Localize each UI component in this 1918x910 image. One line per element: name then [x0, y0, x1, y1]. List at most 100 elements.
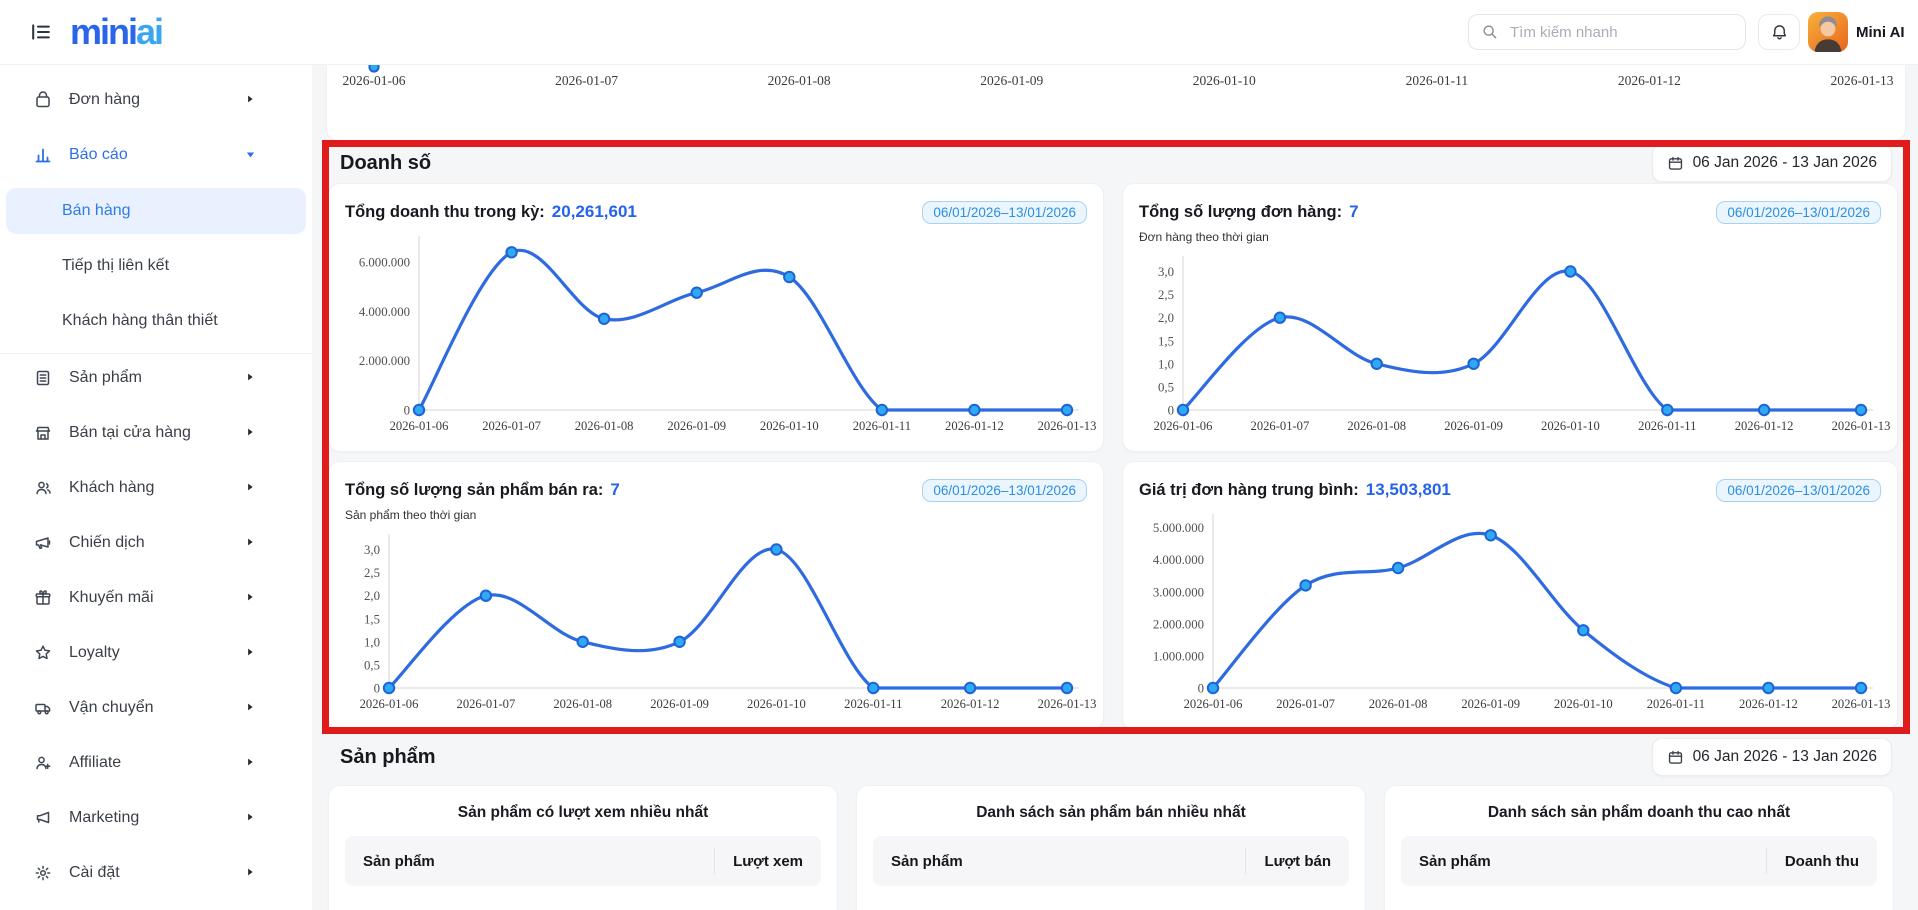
svg-text:2.000.000: 2.000.000: [1153, 617, 1204, 631]
svg-text:0,5: 0,5: [1158, 380, 1174, 394]
chart-title-row: Giá trị đơn hàng trung bình:13,503,80106…: [1139, 474, 1881, 506]
sidebar-item-label: Loyalty: [69, 644, 120, 662]
svg-text:2026-01-06: 2026-01-06: [360, 697, 419, 711]
axis-date-label: 2026-01-10: [1162, 73, 1286, 89]
brand-logo[interactable]: miniai: [70, 14, 162, 50]
sales-charts-grid: Tổng doanh thu trong kỳ: 20,261,601 06/01/…: [328, 183, 1894, 730]
table-title: Danh sách sản phẩm doanh thu cao nhất: [1401, 804, 1877, 822]
sidebar-item-label: Khách hàng: [69, 479, 154, 497]
column-header-metric: Lượt bán: [1245, 848, 1331, 874]
sales-date-range-button[interactable]: 06 Jan 2026 - 13 Jan 2026: [1652, 144, 1892, 182]
svg-text:2026-01-13: 2026-01-13: [1038, 697, 1097, 711]
sales-date-range-label: 06 Jan 2026 - 13 Jan 2026: [1693, 154, 1877, 172]
chevron-right-icon: [244, 93, 258, 107]
svg-text:3.000.000: 3.000.000: [1153, 585, 1204, 599]
bell-icon: [1770, 23, 1789, 42]
chart-title-value: 7: [610, 480, 619, 500]
svg-text:2,5: 2,5: [1158, 288, 1174, 302]
sidebar-item-khuyen-mai[interactable]: Khuyến mãi: [4, 576, 308, 620]
sales-section-title: Doanh số: [340, 152, 431, 175]
sidebar-item-ban-tai-cua-hang[interactable]: Bán tại cửa hàng: [4, 411, 308, 455]
chart-title-label: Tổng doanh thu trong kỳ:: [345, 203, 545, 222]
chart-date-badge: 06/01/2026–13/01/2026: [1716, 479, 1881, 502]
sidebar-item-loyalty[interactable]: Loyalty: [4, 631, 308, 675]
chevron-right-icon: [244, 701, 258, 715]
sidebar-item-label: Tiếp thị liên kết: [62, 257, 169, 275]
sidebar-item-cai-dat[interactable]: Cài đặt: [4, 851, 308, 895]
sidebar-item-tiep-thi-lien-ket[interactable]: Tiếp thị liên kết: [6, 243, 306, 289]
sidebar-item-khach-hang[interactable]: Khách hàng: [4, 466, 308, 510]
svg-text:3,0: 3,0: [1158, 265, 1174, 279]
sidebar-item-label: Chiến dịch: [69, 534, 145, 552]
sidebar-item-khach-hang-than-thiet[interactable]: Khách hàng thân thiết: [6, 298, 306, 344]
sidebar-item-label: Vận chuyển: [69, 699, 154, 717]
sidebar-item-san-pham[interactable]: Sản phẩm: [4, 356, 308, 400]
gear-icon: [33, 863, 53, 883]
avg-order-value-line-chart: 01.000.0002.000.0003.000.0004.000.0005.0…: [1139, 506, 1881, 716]
svg-text:3,0: 3,0: [364, 543, 380, 557]
sidebar-item-ban-hang[interactable]: Bán hàng: [6, 188, 306, 234]
column-header-metric: Doanh thu: [1766, 848, 1859, 874]
notifications-button[interactable]: [1758, 14, 1800, 50]
svg-text:2026-01-08: 2026-01-08: [575, 419, 634, 433]
svg-text:4.000.000: 4.000.000: [1153, 553, 1204, 567]
svg-text:2026-01-12: 2026-01-12: [945, 419, 1004, 433]
svg-text:2026-01-08: 2026-01-08: [1369, 697, 1428, 711]
sidebar-item-marketing[interactable]: Marketing: [4, 796, 308, 840]
sidebar-item-label: Bán tại cửa hàng: [69, 424, 191, 442]
chart-title-label: Tổng số lượng đơn hàng:: [1139, 203, 1342, 222]
svg-text:2026-01-10: 2026-01-10: [747, 697, 806, 711]
svg-text:2026-01-11: 2026-01-11: [844, 697, 902, 711]
svg-text:2026-01-13: 2026-01-13: [1832, 419, 1891, 433]
products-tables-grid: Sản phẩm có lượt xem nhiều nhấtSản phẩmL…: [328, 785, 1894, 910]
svg-text:2026-01-09: 2026-01-09: [667, 419, 726, 433]
horn-icon: [33, 808, 53, 828]
logo-text-secondary: ai: [136, 11, 162, 52]
orders-line-chart: 00,51,01,52,02,53,02026-01-062026-01-072…: [1139, 248, 1881, 438]
chart-date-badge: 06/01/2026–13/01/2026: [1716, 201, 1881, 224]
sidebar-toggle-button[interactable]: [28, 19, 54, 45]
svg-text:1.000.000: 1.000.000: [1153, 649, 1204, 663]
topbar: miniai Mini AI: [0, 0, 1918, 65]
svg-text:2026-01-07: 2026-01-07: [1251, 419, 1310, 433]
sales-section-header: Doanh số 06 Jan 2026 - 13 Jan 2026: [340, 144, 1892, 182]
svg-text:2026-01-06: 2026-01-06: [1154, 419, 1213, 433]
axis-date-label: 2026-01-11: [1375, 73, 1499, 89]
chevron-right-icon: [244, 866, 258, 880]
svg-text:1,0: 1,0: [1158, 357, 1174, 371]
users-icon: [33, 478, 53, 498]
svg-text:2026-01-10: 2026-01-10: [1541, 419, 1600, 433]
sidebar-item-van-chuyen[interactable]: Vận chuyển: [4, 686, 308, 730]
chart-date-badge: 06/01/2026–13/01/2026: [922, 479, 1087, 502]
svg-text:2026-01-12: 2026-01-12: [1735, 419, 1794, 433]
sidebar-item-label: Đơn hàng: [69, 91, 140, 109]
chart-card-avg-order-value: Giá trị đơn hàng trung bình:13,503,80106…: [1122, 461, 1898, 730]
chart-title-label: Giá trị đơn hàng trung bình:: [1139, 481, 1359, 500]
sidebar-item-affiliate[interactable]: Affiliate: [4, 741, 308, 785]
user-avatar[interactable]: [1808, 12, 1848, 52]
chart-icon: [33, 145, 53, 165]
calendar-icon: [1667, 155, 1684, 172]
chart-title-value: 20,261,601: [552, 202, 637, 222]
chart-subtitle: Đơn hàng theo thời gian: [1139, 228, 1881, 248]
sidebar-item-bao-cao[interactable]: Báo cáo: [4, 133, 308, 177]
products-sold-line-chart: 00,51,01,52,02,53,02026-01-062026-01-072…: [345, 526, 1087, 716]
svg-text:2026-01-11: 2026-01-11: [1638, 419, 1696, 433]
sidebar-item-don-hang[interactable]: Đơn hàng: [4, 78, 308, 122]
partial-chart-card: 2026-01-062026-01-072026-01-082026-01-09…: [326, 64, 1906, 141]
user-name-label: Mini AI: [1856, 0, 1905, 64]
sidebar-item-label: Sản phẩm: [69, 369, 142, 387]
search-input[interactable]: [1508, 23, 1733, 42]
svg-text:0: 0: [1198, 682, 1204, 696]
chevron-right-icon: [244, 536, 258, 550]
sidebar-item-label: Khuyến mãi: [69, 589, 154, 607]
svg-text:2026-01-06: 2026-01-06: [390, 419, 449, 433]
products-date-range-button[interactable]: 06 Jan 2026 - 13 Jan 2026: [1652, 738, 1892, 776]
svg-text:2026-01-06: 2026-01-06: [1184, 697, 1243, 711]
column-header-product: Sản phẩm: [363, 853, 714, 870]
axis-date-label: 2026-01-09: [950, 73, 1074, 89]
svg-text:2,0: 2,0: [1158, 311, 1174, 325]
svg-text:2026-01-07: 2026-01-07: [1276, 697, 1335, 711]
chart-title-value: 7: [1349, 202, 1358, 222]
sidebar-item-chien-dich[interactable]: Chiến dịch: [4, 521, 308, 565]
